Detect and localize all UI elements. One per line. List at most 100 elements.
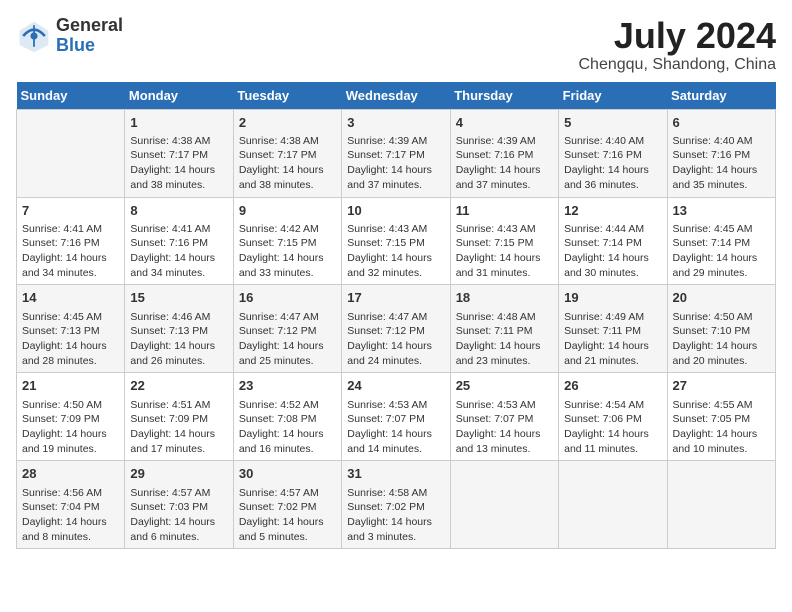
calendar-cell: 17Sunrise: 4:47 AM Sunset: 7:12 PM Dayli…: [342, 285, 450, 373]
day-info: Sunrise: 4:49 AM Sunset: 7:11 PM Dayligh…: [564, 310, 661, 369]
day-info: Sunrise: 4:43 AM Sunset: 7:15 PM Dayligh…: [347, 222, 444, 281]
calendar-cell: 20 Sunrise: 4:50 AM Sunset: 7:10 PM Dayli…: [667, 285, 775, 373]
weekday-header-sunday: Sunday: [17, 82, 125, 110]
calendar-cell: 21Sunrise: 4:50 AM Sunset: 7:09 PM Dayli…: [17, 373, 125, 461]
day-info: Sunrise: 4:38 AM Sunset: 7:17 PM Dayligh…: [239, 134, 336, 193]
day-info: Sunrise: 4:40 AM Sunset: 7:16 PM Dayligh…: [564, 134, 661, 193]
day-info: Sunrise: 4:57 AM Sunset: 7:03 PM Dayligh…: [130, 486, 227, 545]
calendar-cell: 7 Sunrise: 4:41 AM Sunset: 7:16 PM Daylig…: [17, 197, 125, 285]
day-number: 8: [130, 202, 227, 220]
day-number: 14: [22, 289, 119, 307]
logo-blue: Blue: [56, 35, 95, 55]
calendar-cell: 5 Sunrise: 4:40 AM Sunset: 7:16 PM Daylig…: [559, 109, 667, 197]
logo-icon: [16, 18, 52, 54]
calendar-week-2: 7 Sunrise: 4:41 AM Sunset: 7:16 PM Daylig…: [17, 197, 776, 285]
calendar-cell: 30 Sunrise: 4:57 AM Sunset: 7:02 PM Dayli…: [233, 461, 341, 549]
day-number: 9: [239, 202, 336, 220]
weekday-header-friday: Friday: [559, 82, 667, 110]
day-info: Sunrise: 4:38 AM Sunset: 7:17 PM Dayligh…: [130, 134, 227, 193]
day-info: Sunrise: 4:57 AM Sunset: 7:02 PM Dayligh…: [239, 486, 336, 545]
calendar-cell: 16 Sunrise: 4:47 AM Sunset: 7:12 PM Dayli…: [233, 285, 341, 373]
day-number: 27: [673, 377, 770, 395]
day-number: 21: [22, 377, 119, 395]
day-number: 20: [673, 289, 770, 307]
day-number: 11: [456, 202, 553, 220]
weekday-header-row: SundayMondayTuesdayWednesdayThursdayFrid…: [17, 82, 776, 110]
day-info: Sunrise: 4:41 AM Sunset: 7:16 PM Dayligh…: [22, 222, 119, 281]
page-header: General Blue July 2024 Chengqu, Shandong…: [16, 16, 776, 74]
calendar-week-1: 1 Sunrise: 4:38 AM Sunset: 7:17 PM Daylig…: [17, 109, 776, 197]
day-number: 16: [239, 289, 336, 307]
weekday-header-thursday: Thursday: [450, 82, 558, 110]
calendar-cell: 2 Sunrise: 4:38 AM Sunset: 7:17 PM Daylig…: [233, 109, 341, 197]
calendar-cell: 13Sunrise: 4:45 AM Sunset: 7:14 PM Dayli…: [667, 197, 775, 285]
day-number: 25: [456, 377, 553, 395]
calendar-cell: 11Sunrise: 4:43 AM Sunset: 7:15 PM Dayli…: [450, 197, 558, 285]
day-number: 3: [347, 114, 444, 132]
calendar-cell: 26 Sunrise: 4:54 AM Sunset: 7:06 PM Dayli…: [559, 373, 667, 461]
calendar-cell: 3 Sunrise: 4:39 AM Sunset: 7:17 PM Daylig…: [342, 109, 450, 197]
day-number: 30: [239, 465, 336, 483]
calendar-cell: 10 Sunrise: 4:43 AM Sunset: 7:15 PM Dayli…: [342, 197, 450, 285]
day-info: Sunrise: 4:58 AM Sunset: 7:02 PM Dayligh…: [347, 486, 444, 545]
calendar-cell: 1 Sunrise: 4:38 AM Sunset: 7:17 PM Daylig…: [125, 109, 233, 197]
calendar-cell: 29Sunrise: 4:57 AM Sunset: 7:03 PM Dayli…: [125, 461, 233, 549]
day-number: 10: [347, 202, 444, 220]
day-info: Sunrise: 4:53 AM Sunset: 7:07 PM Dayligh…: [456, 398, 553, 457]
calendar-cell: 23Sunrise: 4:52 AM Sunset: 7:08 PM Dayli…: [233, 373, 341, 461]
day-number: 6: [673, 114, 770, 132]
calendar-cell: 14 Sunrise: 4:45 AM Sunset: 7:13 PM Dayli…: [17, 285, 125, 373]
day-number: 7: [22, 202, 119, 220]
day-number: 12: [564, 202, 661, 220]
day-info: Sunrise: 4:45 AM Sunset: 7:13 PM Dayligh…: [22, 310, 119, 369]
calendar-cell: 15 Sunrise: 4:46 AM Sunset: 7:13 PM Dayli…: [125, 285, 233, 373]
day-number: 1: [130, 114, 227, 132]
weekday-header-monday: Monday: [125, 82, 233, 110]
day-number: 26: [564, 377, 661, 395]
day-number: 31: [347, 465, 444, 483]
day-info: Sunrise: 4:47 AM Sunset: 7:12 PM Dayligh…: [347, 310, 444, 369]
day-info: Sunrise: 4:44 AM Sunset: 7:14 PM Dayligh…: [564, 222, 661, 281]
calendar-body: 1 Sunrise: 4:38 AM Sunset: 7:17 PM Daylig…: [17, 109, 776, 549]
day-info: Sunrise: 4:52 AM Sunset: 7:08 PM Dayligh…: [239, 398, 336, 457]
day-info: Sunrise: 4:47 AM Sunset: 7:12 PM Dayligh…: [239, 310, 336, 369]
day-number: 19: [564, 289, 661, 307]
day-number: 15: [130, 289, 227, 307]
title-block: July 2024 Chengqu, Shandong, China: [579, 16, 777, 74]
weekday-header-saturday: Saturday: [667, 82, 775, 110]
day-info: Sunrise: 4:56 AM Sunset: 7:04 PM Dayligh…: [22, 486, 119, 545]
day-info: Sunrise: 4:54 AM Sunset: 7:06 PM Dayligh…: [564, 398, 661, 457]
day-info: Sunrise: 4:42 AM Sunset: 7:15 PM Dayligh…: [239, 222, 336, 281]
calendar-cell: 22Sunrise: 4:51 AM Sunset: 7:09 PM Dayli…: [125, 373, 233, 461]
calendar-cell: 18Sunrise: 4:48 AM Sunset: 7:11 PM Dayli…: [450, 285, 558, 373]
calendar-cell: [667, 461, 775, 549]
day-info: Sunrise: 4:40 AM Sunset: 7:16 PM Dayligh…: [673, 134, 770, 193]
logo-general: General: [56, 15, 123, 35]
day-info: Sunrise: 4:50 AM Sunset: 7:10 PM Dayligh…: [673, 310, 770, 369]
day-number: 18: [456, 289, 553, 307]
day-number: 22: [130, 377, 227, 395]
weekday-header-wednesday: Wednesday: [342, 82, 450, 110]
day-number: 2: [239, 114, 336, 132]
calendar-cell: [17, 109, 125, 197]
calendar-cell: 9 Sunrise: 4:42 AM Sunset: 7:15 PM Daylig…: [233, 197, 341, 285]
calendar-cell: 27 Sunrise: 4:55 AM Sunset: 7:05 PM Dayli…: [667, 373, 775, 461]
day-info: Sunrise: 4:41 AM Sunset: 7:16 PM Dayligh…: [130, 222, 227, 281]
calendar-cell: 25 Sunrise: 4:53 AM Sunset: 7:07 PM Dayli…: [450, 373, 558, 461]
day-number: 24: [347, 377, 444, 395]
day-info: Sunrise: 4:39 AM Sunset: 7:16 PM Dayligh…: [456, 134, 553, 193]
day-number: 5: [564, 114, 661, 132]
calendar-cell: 19 Sunrise: 4:49 AM Sunset: 7:11 PM Dayli…: [559, 285, 667, 373]
day-info: Sunrise: 4:46 AM Sunset: 7:13 PM Dayligh…: [130, 310, 227, 369]
day-info: Sunrise: 4:39 AM Sunset: 7:17 PM Dayligh…: [347, 134, 444, 193]
day-number: 4: [456, 114, 553, 132]
day-info: Sunrise: 4:53 AM Sunset: 7:07 PM Dayligh…: [347, 398, 444, 457]
calendar-week-4: 21Sunrise: 4:50 AM Sunset: 7:09 PM Dayli…: [17, 373, 776, 461]
calendar-header: SundayMondayTuesdayWednesdayThursdayFrid…: [17, 82, 776, 110]
calendar-cell: 12 Sunrise: 4:44 AM Sunset: 7:14 PM Dayli…: [559, 197, 667, 285]
day-info: Sunrise: 4:55 AM Sunset: 7:05 PM Dayligh…: [673, 398, 770, 457]
calendar-cell: 28Sunrise: 4:56 AM Sunset: 7:04 PM Dayli…: [17, 461, 125, 549]
calendar-cell: 31 Sunrise: 4:58 AM Sunset: 7:02 PM Dayli…: [342, 461, 450, 549]
calendar-week-5: 28Sunrise: 4:56 AM Sunset: 7:04 PM Dayli…: [17, 461, 776, 549]
calendar-cell: [450, 461, 558, 549]
